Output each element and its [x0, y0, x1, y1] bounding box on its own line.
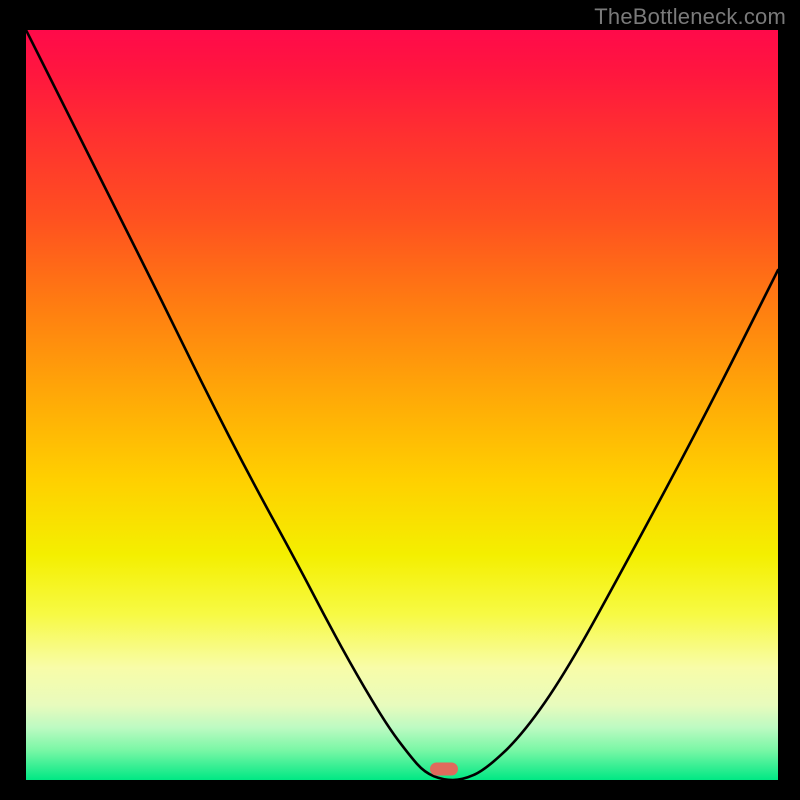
optimal-point-marker [430, 762, 458, 775]
curve-svg [26, 30, 778, 780]
watermark-text: TheBottleneck.com [594, 4, 786, 30]
plot-area [26, 30, 778, 780]
chart-frame: TheBottleneck.com [0, 0, 800, 800]
bottleneck-curve [26, 30, 778, 780]
